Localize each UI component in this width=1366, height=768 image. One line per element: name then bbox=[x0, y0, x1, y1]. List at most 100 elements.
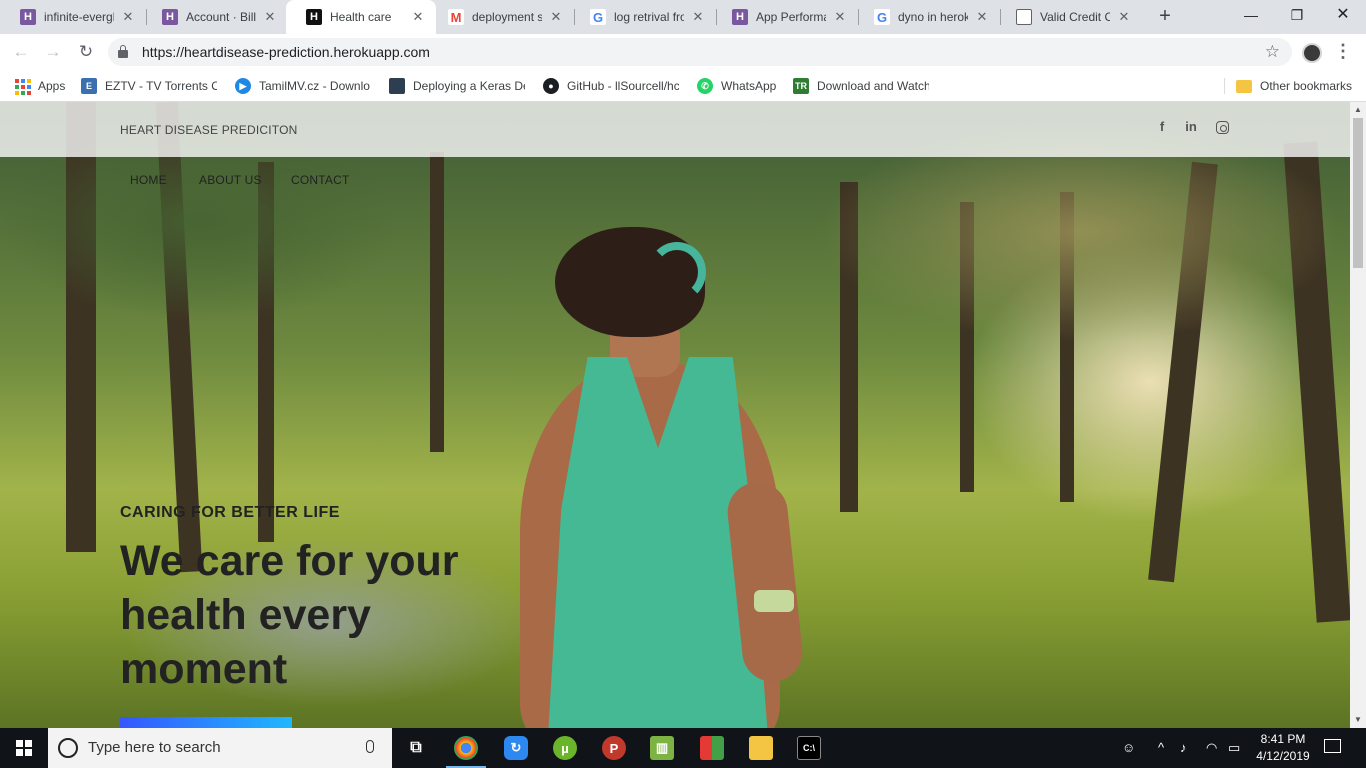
tab-infinite-everglades[interactable]: H infinite-evergla ✕ bbox=[0, 0, 146, 34]
utorrent-icon[interactable]: µ bbox=[553, 736, 577, 760]
facebook-icon[interactable]: f bbox=[1153, 119, 1171, 139]
close-icon[interactable]: ✕ bbox=[1116, 9, 1132, 25]
other-bookmarks[interactable]: Other bookmarks bbox=[1236, 76, 1356, 96]
tab-dyno-in-heroku[interactable]: G dyno in heroku ✕ bbox=[854, 0, 1000, 34]
close-icon[interactable]: ✕ bbox=[262, 9, 278, 25]
document-icon bbox=[1016, 9, 1032, 25]
bookmark-apps[interactable]: Apps bbox=[14, 76, 72, 96]
hero-headline: We care for your health every moment bbox=[120, 537, 459, 693]
people-icon[interactable]: ☺ bbox=[1122, 728, 1135, 768]
web-page: HEART DISEASE PREDICITON f in HOME ABOUT… bbox=[0, 102, 1350, 728]
linkedin-icon[interactable]: in bbox=[1182, 119, 1200, 139]
bookmark-label: Other bookmarks bbox=[1260, 79, 1353, 93]
site-header: HEART DISEASE PREDICITON f in bbox=[0, 102, 1350, 157]
url-text[interactable]: https://heartdisease-prediction.herokuap… bbox=[142, 38, 430, 66]
reload-button[interactable]: ↻ bbox=[74, 40, 98, 64]
close-icon[interactable]: ✕ bbox=[832, 9, 848, 25]
tab-title: deployment sc bbox=[472, 10, 542, 24]
chevron-up-icon[interactable]: ^ bbox=[1158, 728, 1164, 768]
chart-app-icon[interactable]: ▥ bbox=[650, 736, 674, 760]
command-prompt-icon[interactable]: C:\ bbox=[797, 736, 821, 760]
close-window-button[interactable]: ✕ bbox=[1320, 0, 1366, 30]
colorful-app-icon[interactable] bbox=[700, 736, 724, 760]
file-explorer-icon[interactable] bbox=[749, 736, 773, 760]
close-icon[interactable]: ✕ bbox=[974, 9, 990, 25]
p-app-icon[interactable]: P bbox=[602, 736, 626, 760]
close-icon[interactable]: ✕ bbox=[690, 9, 706, 25]
windows-logo-icon bbox=[16, 740, 32, 756]
bookmark-tamilmv[interactable]: ▶ TamilMV.cz - Downlo bbox=[235, 76, 371, 96]
microphone-icon[interactable] bbox=[366, 740, 374, 753]
bookmark-download-watch[interactable]: TR Download and Watch bbox=[793, 76, 929, 96]
sync-icon[interactable]: ↻ bbox=[504, 736, 528, 760]
maximize-button[interactable]: ❐ bbox=[1274, 0, 1320, 30]
nav-about-us[interactable]: ABOUT US bbox=[199, 173, 262, 187]
tab-title: Account · Billin bbox=[186, 10, 256, 24]
scroll-up-arrow-icon[interactable]: ▲ bbox=[1350, 102, 1366, 118]
chrome-menu-button[interactable]: ⋮ bbox=[1334, 40, 1352, 64]
github-icon: ● bbox=[543, 78, 559, 94]
tab-log-retrival[interactable]: G log retrival fro ✕ bbox=[570, 0, 716, 34]
hero-cta-button[interactable] bbox=[120, 717, 292, 728]
wifi-icon[interactable]: ◠ bbox=[1206, 728, 1217, 768]
tab-app-performance[interactable]: H App Performan ✕ bbox=[712, 0, 858, 34]
play-icon: ▶ bbox=[235, 78, 251, 94]
bookmark-label: Download and Watch bbox=[817, 79, 929, 93]
forward-button[interactable]: → bbox=[41, 40, 65, 64]
system-clock[interactable]: 8:41 PM 4/12/2019 bbox=[1248, 731, 1318, 765]
heroku-icon: H bbox=[20, 9, 36, 25]
chrome-icon[interactable] bbox=[454, 736, 478, 760]
tab-title: dyno in heroku bbox=[898, 10, 968, 24]
heroku-icon: H bbox=[162, 9, 178, 25]
close-icon[interactable]: ✕ bbox=[120, 9, 136, 25]
bookmark-eztv[interactable]: E EZTV - TV Torrents O bbox=[81, 76, 217, 96]
tab-title: Valid Credit Ca bbox=[1040, 10, 1110, 24]
task-view-icon[interactable]: ⧉ bbox=[404, 736, 428, 760]
bookmark-star-icon[interactable]: ☆ bbox=[1265, 38, 1280, 66]
bookmark-label: EZTV - TV Torrents O bbox=[105, 79, 217, 93]
search-placeholder[interactable]: Type here to search bbox=[88, 728, 221, 768]
site-brand[interactable]: HEART DISEASE PREDICITON bbox=[120, 123, 298, 137]
speaker-icon[interactable]: ♪ bbox=[1180, 728, 1187, 768]
tab-title: infinite-evergla bbox=[44, 10, 114, 24]
close-icon[interactable]: ✕ bbox=[410, 9, 426, 25]
bookmarks-separator bbox=[1224, 78, 1225, 94]
eztv-icon: E bbox=[81, 78, 97, 94]
folder-icon bbox=[1236, 79, 1252, 93]
bookmark-github[interactable]: ● GitHub - llSourcell/hc bbox=[543, 76, 679, 96]
minimize-button[interactable]: — bbox=[1228, 0, 1274, 30]
notification-icon[interactable] bbox=[1324, 739, 1341, 753]
tab-account-billing[interactable]: H Account · Billin ✕ bbox=[142, 0, 288, 34]
scroll-down-arrow-icon[interactable]: ▼ bbox=[1350, 712, 1366, 728]
nav-contact[interactable]: CONTACT bbox=[291, 173, 350, 187]
new-tab-button[interactable]: + bbox=[1154, 5, 1176, 27]
page-scrollbar[interactable]: ▲ ▼ bbox=[1350, 102, 1366, 728]
tab-title: Health care bbox=[330, 10, 392, 24]
taskbar-search-box[interactable]: Type here to search bbox=[48, 728, 392, 768]
tab-strip: H infinite-evergla ✕ H Account · Billin … bbox=[0, 0, 1366, 34]
tab-deployment[interactable]: M deployment sc ✕ bbox=[428, 0, 574, 34]
close-icon[interactable]: ✕ bbox=[548, 9, 564, 25]
tab-valid-credit-card[interactable]: Valid Credit Ca ✕ bbox=[996, 0, 1142, 34]
nav-home[interactable]: HOME bbox=[130, 173, 167, 187]
profile-avatar[interactable] bbox=[1302, 43, 1322, 63]
back-button[interactable]: ← bbox=[9, 40, 33, 64]
heroku-icon: H bbox=[732, 9, 748, 25]
bookmark-whatsapp[interactable]: ✆ WhatsApp bbox=[697, 76, 779, 96]
blog-icon bbox=[389, 78, 405, 94]
lock-icon[interactable] bbox=[118, 45, 128, 58]
instagram-icon[interactable] bbox=[1216, 121, 1229, 134]
clock-time: 8:41 PM bbox=[1260, 732, 1306, 746]
tab-title: log retrival fro bbox=[614, 10, 684, 24]
start-button[interactable] bbox=[0, 728, 48, 768]
hero-kicker: CARING FOR BETTER LIFE bbox=[120, 504, 340, 521]
tab-health-care[interactable]: H Health care ✕ bbox=[286, 0, 436, 34]
tr-icon: TR bbox=[793, 78, 809, 94]
scrollbar-thumb[interactable] bbox=[1353, 118, 1363, 268]
google-icon: G bbox=[590, 9, 606, 25]
bookmark-label: WhatsApp bbox=[721, 79, 777, 93]
browser-toolbar: ← → ↻ https://heartdisease-prediction.he… bbox=[0, 34, 1366, 70]
bookmark-keras[interactable]: Deploying a Keras De bbox=[389, 76, 525, 96]
address-bar[interactable]: https://heartdisease-prediction.herokuap… bbox=[108, 38, 1292, 66]
battery-icon[interactable]: ▭ bbox=[1228, 728, 1240, 768]
